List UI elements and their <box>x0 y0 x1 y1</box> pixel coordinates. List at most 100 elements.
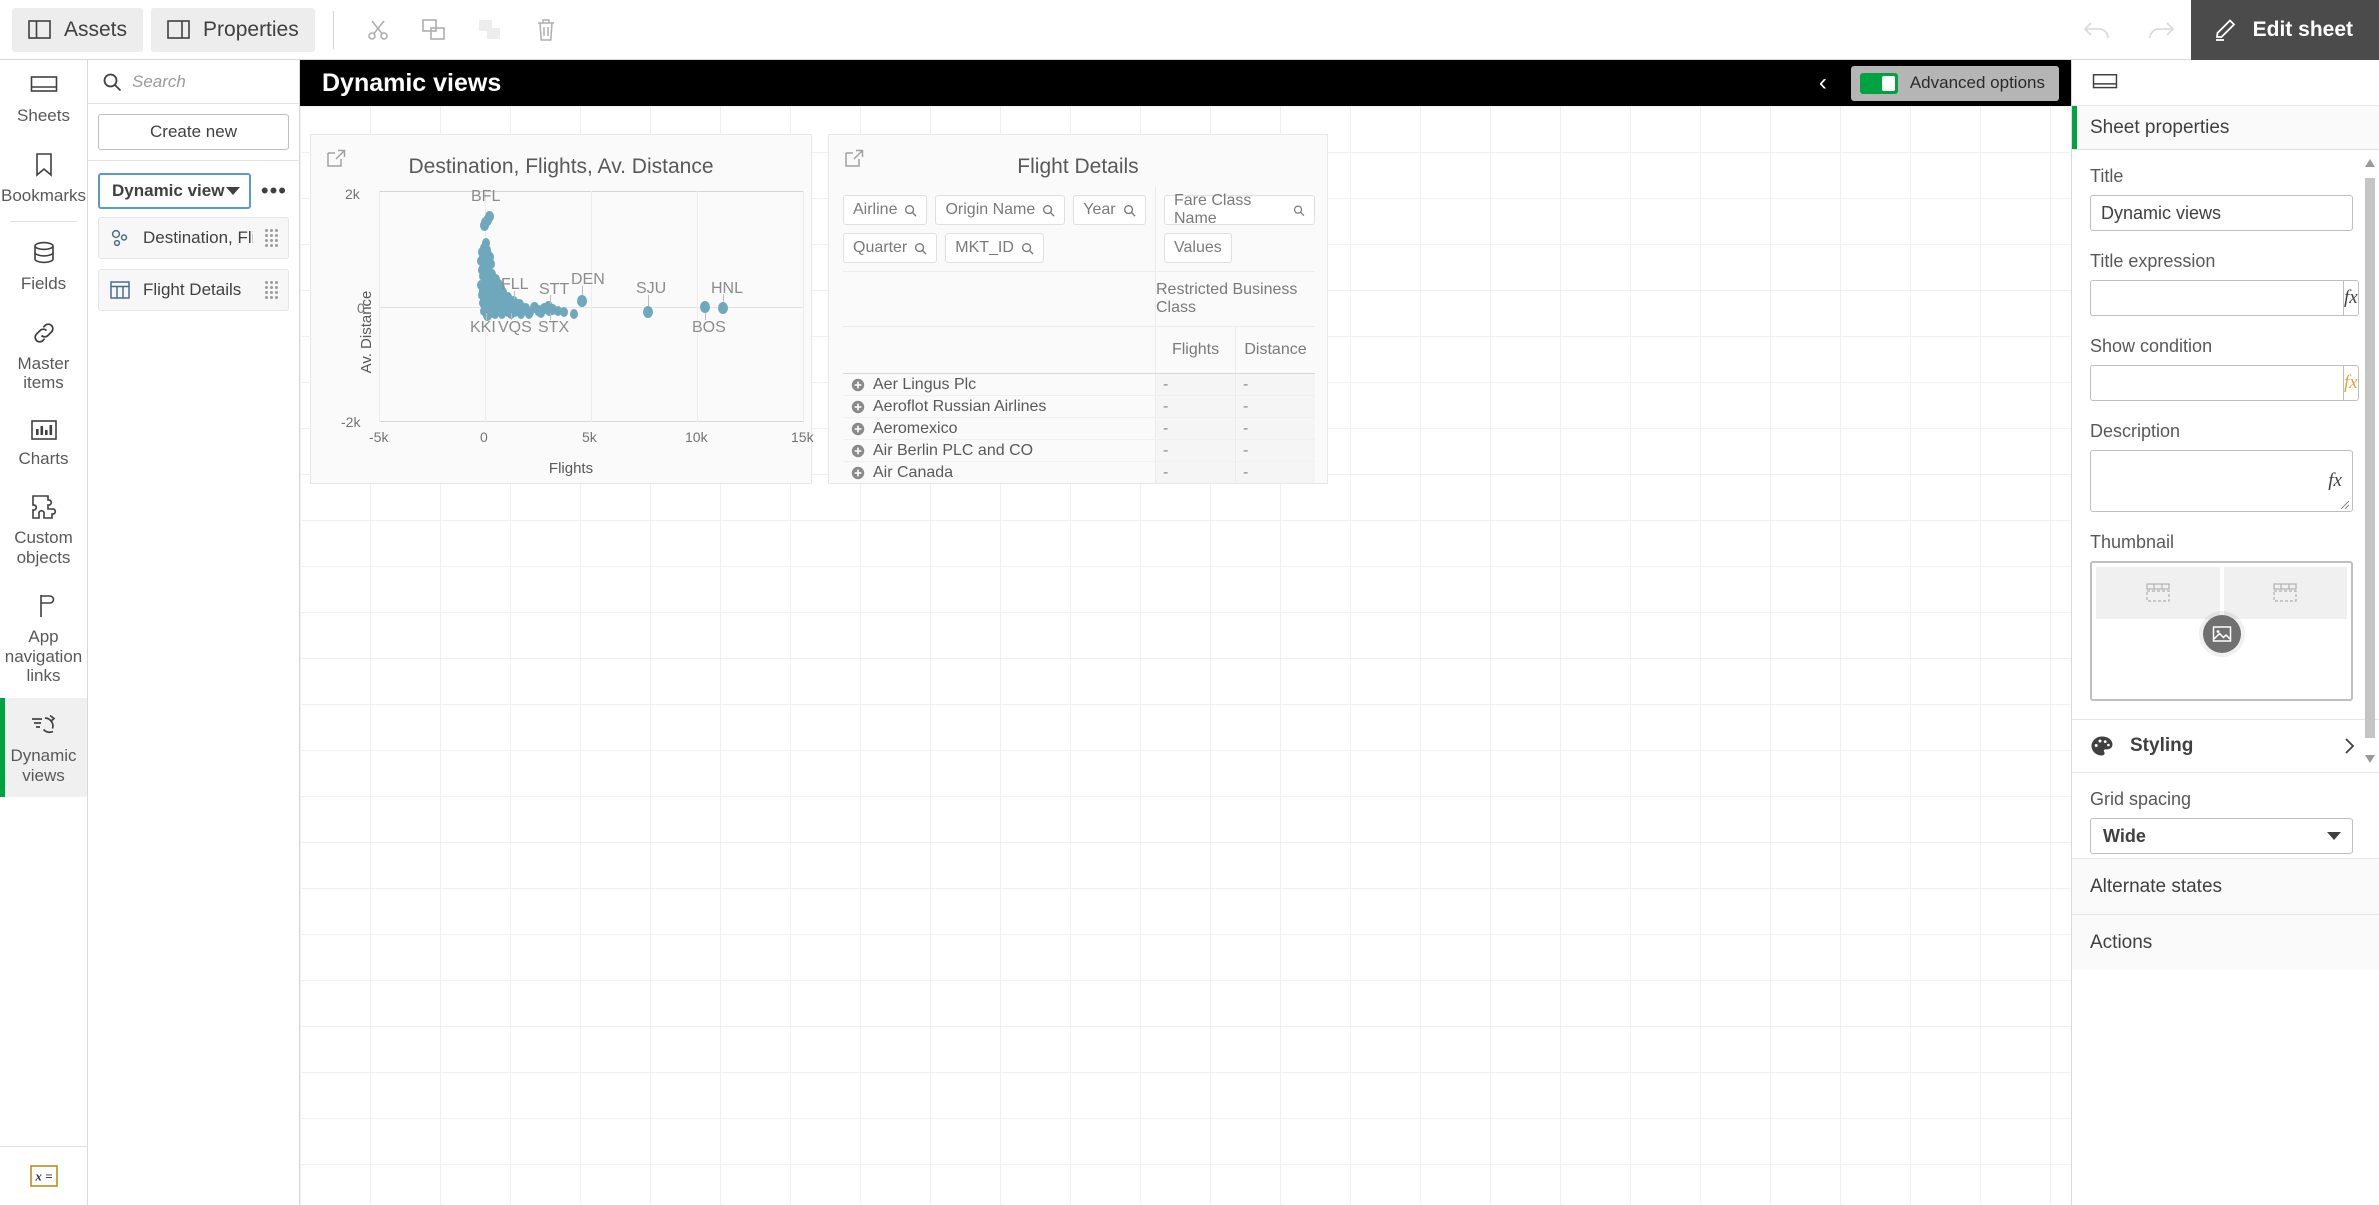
asset-more-menu[interactable]: ••• <box>259 178 289 204</box>
table-row[interactable]: Aeroflot Russian Airlines - - <box>843 396 1315 418</box>
properties-button[interactable]: Properties <box>151 7 315 52</box>
sidebar-item-custom-objects[interactable]: Custom objects <box>0 480 87 579</box>
scrollbar-thumb[interactable] <box>2365 178 2375 738</box>
column-header-distance[interactable]: Distance <box>1235 327 1315 373</box>
dimension-chip-year[interactable]: Year <box>1073 195 1146 225</box>
properties-scrollbar[interactable] <box>2365 156 2375 1199</box>
data-point[interactable] <box>570 309 578 319</box>
cell-flights[interactable]: - <box>1156 374 1235 395</box>
styling-row[interactable]: Styling <box>2072 719 2379 773</box>
sidebar-item-fields[interactable]: Fields <box>0 226 87 306</box>
data-point[interactable] <box>560 307 568 317</box>
pivot-table-object[interactable]: Flight Details Airline Origin Name Year … <box>828 134 1328 484</box>
advanced-options-toggle[interactable]: Advanced options <box>1850 65 2059 101</box>
dimension-chip-origin-name[interactable]: Origin Name <box>935 195 1066 225</box>
cell-flights[interactable]: - <box>1156 418 1235 439</box>
dimension-chip-values[interactable]: Values <box>1164 233 1232 263</box>
cell-flights[interactable]: - <box>1156 396 1235 417</box>
sidebar-item-sheets[interactable]: Sheets <box>0 60 87 138</box>
data-point[interactable] <box>517 309 525 319</box>
undo-button[interactable] <box>2067 0 2129 60</box>
dimension-chip-fare-class-name[interactable]: Fare Class Name <box>1164 192 1315 227</box>
sidebar-item-app-navigation-links[interactable]: App navigation links <box>0 579 87 698</box>
table-row[interactable]: Aeromexico - - <box>843 418 1315 440</box>
resize-handle[interactable] <box>2338 498 2350 510</box>
edit-sheet-button[interactable]: Edit sheet <box>2190 0 2379 60</box>
external-link-icon[interactable] <box>845 149 864 168</box>
row-label-cell[interactable]: Air Canada <box>843 464 1155 482</box>
properties-scroll-area[interactable]: Title Title expression fx Show condition… <box>2072 150 2379 1205</box>
list-item[interactable]: Destination, Fli… <box>98 217 289 259</box>
cell-distance[interactable]: - <box>1235 462 1315 483</box>
row-label-cell[interactable]: Air Berlin PLC and CO <box>843 442 1155 460</box>
row-label-cell[interactable]: Aeromexico <box>843 420 1155 438</box>
expand-icon[interactable] <box>851 444 865 458</box>
table-row[interactable]: Aer Lingus Plc - - <box>843 374 1315 396</box>
description-field[interactable]: fx <box>2090 450 2353 512</box>
scroll-down-arrow[interactable] <box>2365 752 2375 766</box>
toggle-switch[interactable] <box>1859 72 1898 94</box>
scatter-chart-object[interactable]: Destination, Flights, Av. Distance Av. D… <box>310 134 814 484</box>
copy-button[interactable] <box>406 8 462 52</box>
asset-type-dropdown[interactable]: Dynamic view <box>98 173 251 209</box>
list-item-label: Flight Details <box>143 280 242 299</box>
show-condition-fx-button[interactable]: fx <box>2343 365 2359 401</box>
data-point-bos[interactable] <box>700 301 710 313</box>
paste-button[interactable] <box>462 8 518 52</box>
row-label-cell[interactable]: Aeroflot Russian Airlines <box>843 398 1155 416</box>
description-fx-button[interactable]: fx <box>2328 470 2342 492</box>
data-point-hnl[interactable] <box>718 302 728 314</box>
scroll-up-arrow[interactable] <box>2365 156 2375 170</box>
actions-section[interactable]: Actions <box>2072 914 2379 970</box>
table-row[interactable]: Air Canada - - <box>843 462 1315 483</box>
sidebar-item-charts[interactable]: Charts <box>0 405 87 481</box>
sidebar-item-dynamic-views[interactable]: Dynamic views <box>0 698 87 798</box>
external-link-icon[interactable] <box>327 149 346 168</box>
cell-flights[interactable]: - <box>1156 462 1235 483</box>
sidebar-item-bookmarks[interactable]: Bookmarks <box>0 138 87 218</box>
data-point[interactable] <box>491 309 499 319</box>
show-condition-field[interactable] <box>2090 365 2343 401</box>
delete-button[interactable] <box>518 8 574 52</box>
expand-icon[interactable] <box>851 378 865 392</box>
search-input[interactable] <box>132 71 285 92</box>
data-point[interactable] <box>525 309 533 319</box>
title-expression-fx-button[interactable]: fx <box>2343 280 2359 316</box>
title-expression-field[interactable] <box>2090 280 2343 316</box>
grid-spacing-dropdown[interactable]: Wide <box>2090 818 2353 854</box>
data-point-sju[interactable] <box>643 306 653 318</box>
data-point-den[interactable] <box>577 295 587 307</box>
thumbnail-preview[interactable] <box>2090 561 2353 701</box>
expand-icon[interactable] <box>851 422 865 436</box>
cell-distance[interactable]: - <box>1235 396 1315 417</box>
title-field[interactable] <box>2090 195 2353 231</box>
expand-icon[interactable] <box>851 400 865 414</box>
assets-button[interactable]: Assets <box>12 7 144 52</box>
dimension-chip-quarter[interactable]: Quarter <box>843 233 938 263</box>
drag-handle[interactable] <box>265 229 278 247</box>
drag-handle[interactable] <box>265 281 278 299</box>
dimension-chip-airline[interactable]: Airline <box>843 195 928 225</box>
redo-button[interactable] <box>2129 0 2191 60</box>
chevron-left-icon[interactable]: ‹ <box>1803 71 1843 95</box>
alternate-states-section[interactable]: Alternate states <box>2072 858 2379 914</box>
data-point-bfl2[interactable] <box>481 217 490 228</box>
column-header-flights[interactable]: Flights <box>1156 327 1235 373</box>
sheet-icon[interactable] <box>2092 72 2118 94</box>
cell-distance[interactable]: - <box>1235 418 1315 439</box>
cell-flights[interactable]: - <box>1156 440 1235 461</box>
data-point[interactable] <box>498 309 506 319</box>
variables-button[interactable]: x = <box>0 1146 87 1205</box>
list-item[interactable]: Flight Details <box>98 269 289 311</box>
cell-distance[interactable]: - <box>1235 374 1315 395</box>
expand-icon[interactable] <box>851 466 865 480</box>
cell-distance[interactable]: - <box>1235 440 1315 461</box>
create-new-button[interactable]: Create new <box>98 114 289 150</box>
cut-button[interactable] <box>350 8 406 52</box>
data-point[interactable] <box>537 308 545 318</box>
dimension-chip-mkt-id[interactable]: MKT_ID <box>945 233 1044 263</box>
row-label-cell[interactable]: Aer Lingus Plc <box>843 376 1155 394</box>
thumbnail-upload-button[interactable] <box>2202 615 2241 653</box>
table-row[interactable]: Air Berlin PLC and CO - - <box>843 440 1315 462</box>
sidebar-item-master-items[interactable]: Master items <box>0 306 87 405</box>
